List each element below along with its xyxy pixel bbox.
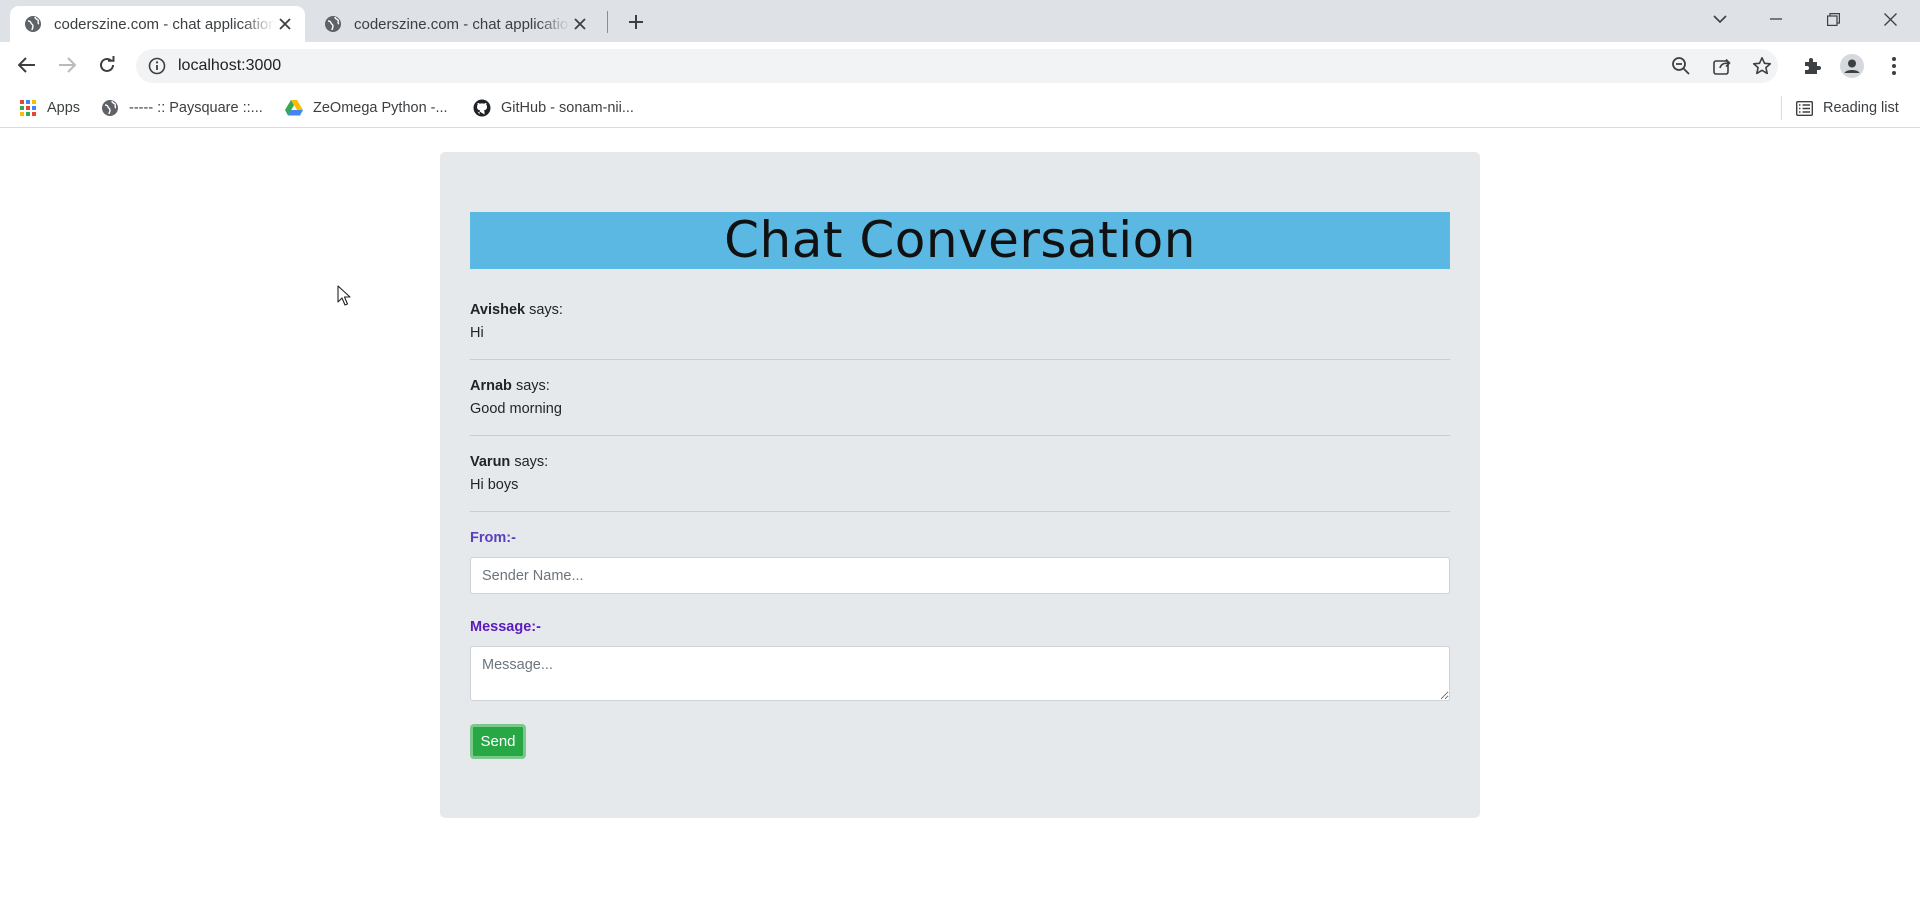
bookmark-label: Apps	[47, 100, 81, 116]
message-sender-line: Arnab says:	[470, 378, 1450, 394]
message-sender-line: Avishek says:	[470, 302, 1450, 318]
chat-message: Varun says: Hi boys	[470, 454, 1450, 493]
browser-toolbar: localhost:3000	[0, 42, 1920, 88]
arrow-right-icon	[59, 57, 76, 73]
reading-list-button[interactable]: Reading list	[1795, 97, 1899, 119]
puzzle-icon	[1805, 58, 1821, 74]
says-text: says:	[529, 302, 563, 318]
message-text: Good morning	[470, 401, 562, 417]
reading-list-label: Reading list	[1823, 100, 1899, 116]
sender-name-input[interactable]	[470, 557, 1450, 594]
tab-strip: coderszine.com - chat application coders…	[0, 0, 1920, 42]
plus-icon	[629, 15, 643, 29]
bookmark-apps[interactable]: Apps	[19, 97, 80, 119]
close-tab-icon[interactable]	[570, 14, 590, 34]
google-drive-icon	[285, 99, 303, 117]
close-tab-icon[interactable]	[275, 14, 295, 34]
tab-title: coderszine.com - chat application	[54, 15, 275, 33]
tab-active[interactable]: coderszine.com - chat application	[10, 6, 305, 42]
message-text: Hi boys	[470, 477, 519, 493]
back-button[interactable]	[11, 49, 43, 81]
says-text: says:	[514, 454, 549, 470]
forward-button[interactable]	[51, 49, 83, 81]
reading-list-icon	[1795, 99, 1813, 117]
send-button[interactable]: Send	[470, 724, 526, 759]
bookmark-label: ----- :: Paysquare ::...	[129, 100, 263, 116]
bookmark-separator	[1781, 96, 1782, 120]
reload-icon	[100, 56, 115, 72]
tab-inactive[interactable]: coderszine.com - chat application	[310, 6, 600, 42]
share-icon[interactable]	[1712, 56, 1732, 76]
bookmark-label: ZeOmega Python -...	[313, 100, 448, 116]
message-sender: Varun	[470, 454, 511, 470]
bookmark-paysquare[interactable]: ----- :: Paysquare ::...	[101, 97, 263, 119]
globe-icon	[25, 16, 41, 32]
chat-message: Avishek says: Hi	[470, 302, 1450, 341]
info-icon[interactable]	[148, 57, 166, 75]
github-icon	[473, 99, 491, 117]
mouse-cursor-icon	[337, 285, 351, 306]
says-text: says:	[515, 378, 550, 394]
message-sender: Arnab	[470, 378, 512, 394]
close-icon	[1883, 12, 1897, 26]
profile-button[interactable]	[1840, 54, 1864, 78]
message-label: Message:-	[470, 619, 541, 635]
address-url[interactable]: localhost:3000	[178, 57, 281, 75]
message-text: Hi	[470, 325, 484, 341]
avatar-icon	[1840, 54, 1864, 78]
chat-header: Chat Conversation	[470, 212, 1450, 269]
menu-button[interactable]	[1882, 54, 1906, 78]
from-label: From:-	[470, 530, 516, 546]
chat-message: Arnab says: Good morning	[470, 378, 1450, 417]
minimize-button[interactable]	[1748, 0, 1804, 38]
message-divider	[470, 359, 1450, 360]
close-window-button[interactable]	[1862, 0, 1918, 38]
arrow-left-icon	[18, 57, 35, 73]
message-sender-line: Varun says:	[470, 454, 1450, 470]
bookmark-github[interactable]: GitHub - sonam-nii...	[473, 97, 634, 119]
apps-grid-icon	[19, 99, 37, 117]
globe-icon	[101, 99, 119, 117]
message-divider	[470, 435, 1450, 436]
new-tab-button[interactable]	[620, 8, 652, 36]
restore-icon	[1826, 12, 1840, 26]
extensions-button[interactable]	[1800, 54, 1824, 78]
restore-button[interactable]	[1805, 0, 1861, 38]
address-bar[interactable]: localhost:3000	[136, 49, 1778, 83]
bookmark-label: GitHub - sonam-nii...	[501, 100, 634, 116]
more-vertical-icon	[1892, 57, 1896, 75]
page-title: Chat Conversation	[724, 211, 1196, 269]
bookmarks-bar: Apps ----- :: Paysquare ::... ZeOmega Py…	[0, 88, 1920, 128]
chat-container: Chat Conversation Avishek says: Hi Arnab…	[440, 152, 1480, 818]
minimize-icon	[1770, 18, 1782, 20]
message-sender: Avishek	[470, 302, 526, 318]
tab-search-button[interactable]	[1692, 0, 1748, 38]
globe-icon	[325, 16, 341, 32]
message-textarea[interactable]	[470, 646, 1450, 701]
tab-separator	[607, 11, 608, 33]
chevron-down-icon	[1713, 15, 1727, 23]
star-icon[interactable]	[1752, 56, 1772, 76]
message-divider	[470, 511, 1450, 512]
reload-button[interactable]	[91, 49, 123, 81]
bookmark-zeomega[interactable]: ZeOmega Python -...	[285, 97, 448, 119]
zoom-out-icon[interactable]	[1671, 56, 1691, 76]
tab-title: coderszine.com - chat application	[354, 15, 570, 33]
